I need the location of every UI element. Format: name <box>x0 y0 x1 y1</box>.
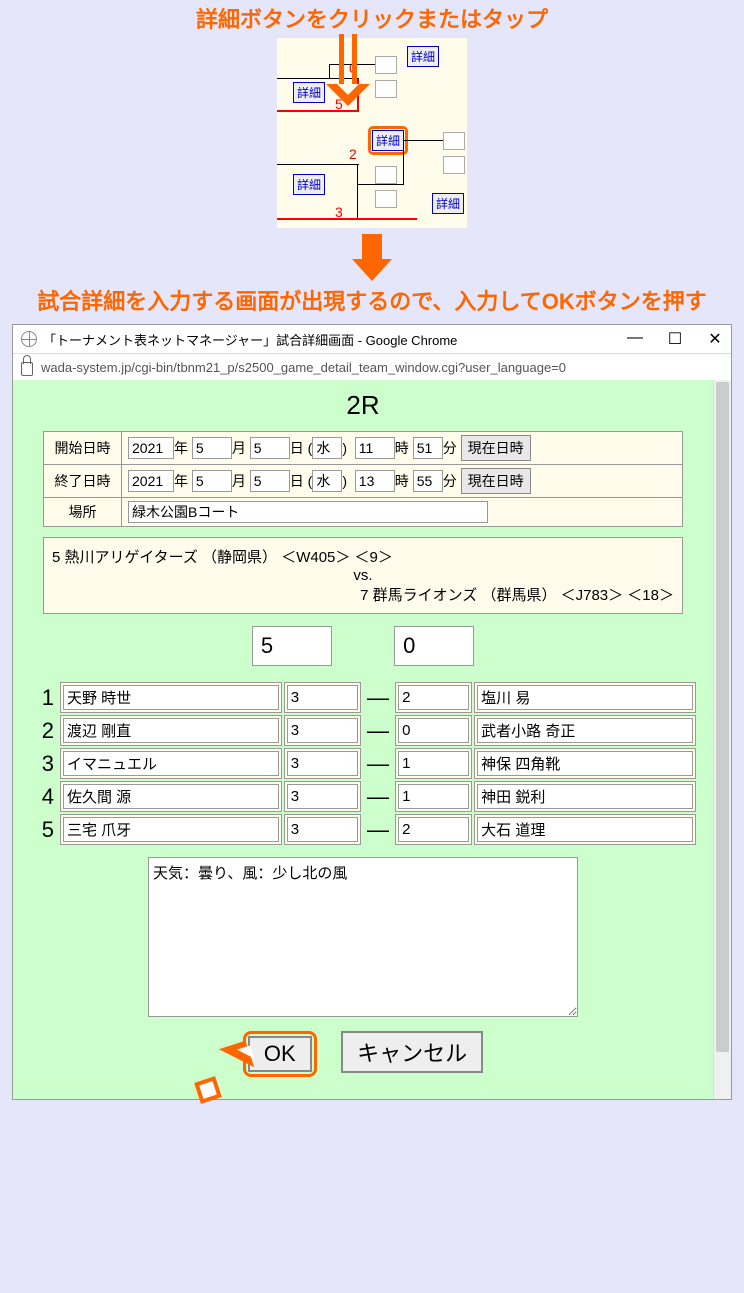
team-b-line: 7 群馬ライオンズ （群馬県） ＜J783＞ ＜18＞ <box>52 584 674 605</box>
start-label: 開始日時 <box>44 432 122 465</box>
instruction-top: 詳細ボタンをクリックまたはタップ <box>0 6 744 35</box>
scroll-thumb[interactable] <box>716 382 729 1052</box>
player-a-input[interactable] <box>63 784 279 809</box>
end-label: 終了日時 <box>44 465 122 498</box>
total-a-input[interactable] <box>252 626 332 666</box>
detail-button[interactable]: 詳細 <box>293 82 325 103</box>
score-a-input[interactable] <box>287 685 358 710</box>
ok-button[interactable]: OK <box>248 1036 312 1072</box>
end-min-input[interactable] <box>413 470 443 492</box>
detail-button-focus[interactable]: 詳細 <box>372 130 404 151</box>
score-b-input[interactable] <box>398 685 469 710</box>
start-month-input[interactable] <box>192 437 232 459</box>
comment-textarea[interactable] <box>148 857 578 1017</box>
instruction-bottom: 試合詳細を入力する画面が出現するので、入力してOKボタンを押す <box>0 288 744 317</box>
end-dow-input[interactable] <box>312 470 342 492</box>
player-a-input[interactable] <box>63 751 279 776</box>
arrow-down-icon <box>339 34 370 106</box>
row-num: 2 <box>30 715 58 746</box>
window-titlebar: 「トーナメント表ネットマネージャー」試合詳細画面 - Google Chrome… <box>13 325 731 353</box>
dash: — <box>363 781 393 812</box>
start-min-input[interactable] <box>413 437 443 459</box>
score-b-input[interactable] <box>398 817 469 842</box>
lock-icon <box>21 362 33 376</box>
close-icon[interactable]: ✕ <box>707 329 723 349</box>
url-bar: wada-system.jp/cgi-bin/tbnm21_p/s2500_ga… <box>13 353 731 380</box>
datetime-table: 開始日時 年 月 日 () 時 分 現在日時 終了日時 年 <box>43 431 683 527</box>
scrollbar[interactable] <box>713 380 731 1099</box>
row-num: 3 <box>30 748 58 779</box>
player-a-input[interactable] <box>63 685 279 710</box>
browser-window: 「トーナメント表ネットマネージャー」試合詳細画面 - Google Chrome… <box>12 324 732 1100</box>
end-year-input[interactable] <box>128 470 174 492</box>
start-dow-input[interactable] <box>312 437 342 459</box>
dash: — <box>363 748 393 779</box>
pointer-arrow-icon <box>199 1053 249 1103</box>
start-year-input[interactable] <box>128 437 174 459</box>
row-num: 5 <box>30 814 58 845</box>
players-table: 1 — 2 — 3 — 4 — 5 — <box>28 680 698 847</box>
end-month-input[interactable] <box>192 470 232 492</box>
score-b-input[interactable] <box>398 718 469 743</box>
bracket-score: 2 <box>349 146 357 162</box>
detail-button[interactable]: 詳細 <box>407 46 439 67</box>
player-b-input[interactable] <box>477 784 693 809</box>
player-b-input[interactable] <box>477 718 693 743</box>
row-num: 4 <box>30 781 58 812</box>
now-button-end[interactable]: 現在日時 <box>461 468 531 494</box>
round-heading: 2R <box>21 390 705 421</box>
score-b-input[interactable] <box>398 784 469 809</box>
score-a-input[interactable] <box>287 784 358 809</box>
url-text: wada-system.jp/cgi-bin/tbnm21_p/s2500_ga… <box>41 360 566 375</box>
cancel-button[interactable]: キャンセル <box>341 1031 483 1073</box>
bracket-diagram: 詳細 詳細 詳細 詳細 詳細 0 5 2 3 <box>277 38 467 228</box>
start-hour-input[interactable] <box>355 437 395 459</box>
player-b-input[interactable] <box>477 685 693 710</box>
player-b-input[interactable] <box>477 817 693 842</box>
end-day-input[interactable] <box>250 470 290 492</box>
score-b-input[interactable] <box>398 751 469 776</box>
team-a-line: 5 熱川アリゲイターズ （静岡県） ＜W405＞ ＜9＞ <box>52 546 674 567</box>
globe-icon <box>21 331 37 347</box>
start-day-input[interactable] <box>250 437 290 459</box>
row-num: 1 <box>30 682 58 713</box>
maximize-icon[interactable]: ☐ <box>667 329 683 349</box>
matchup-box: 5 熱川アリゲイターズ （静岡県） ＜W405＞ ＜9＞ vs. 7 群馬ライオ… <box>43 537 683 614</box>
detail-button[interactable]: 詳細 <box>293 174 325 195</box>
score-a-input[interactable] <box>287 817 358 842</box>
vs-label: vs. <box>52 567 674 584</box>
now-button-start[interactable]: 現在日時 <box>461 435 531 461</box>
score-a-input[interactable] <box>287 751 358 776</box>
player-a-input[interactable] <box>63 817 279 842</box>
player-b-input[interactable] <box>477 751 693 776</box>
place-input[interactable] <box>128 501 488 523</box>
dash: — <box>363 715 393 746</box>
end-hour-input[interactable] <box>355 470 395 492</box>
window-title: 「トーナメント表ネットマネージャー」試合詳細画面 - Google Chrome <box>43 330 457 349</box>
dash: — <box>363 814 393 845</box>
score-a-input[interactable] <box>287 718 358 743</box>
place-label: 場所 <box>44 498 122 527</box>
detail-button[interactable]: 詳細 <box>432 193 464 214</box>
minimize-icon[interactable]: — <box>627 329 643 349</box>
player-a-input[interactable] <box>63 718 279 743</box>
arrow-down-icon <box>352 234 392 284</box>
total-b-input[interactable] <box>394 626 474 666</box>
total-score-row <box>21 626 705 666</box>
dash: — <box>363 682 393 713</box>
